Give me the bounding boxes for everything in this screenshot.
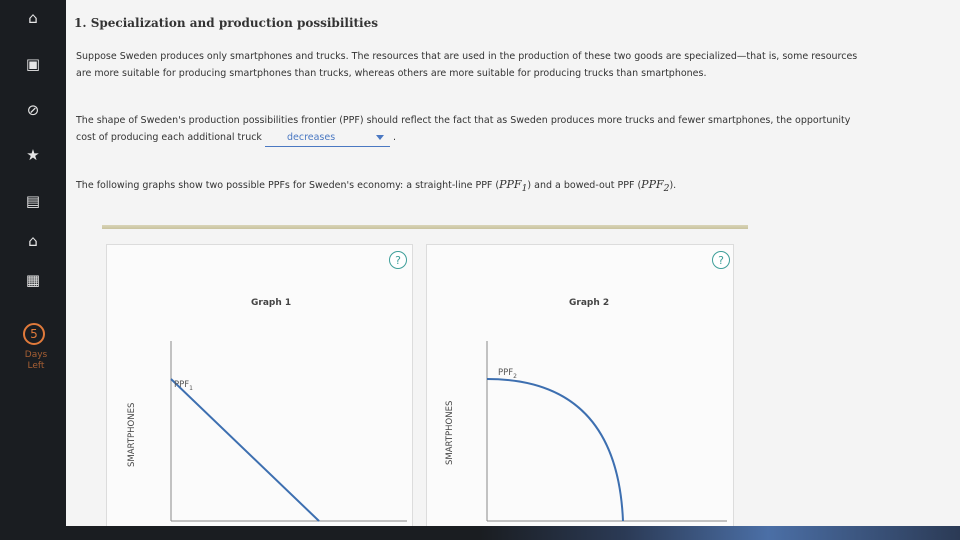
dropdown-value: decreases [286,132,336,143]
section-divider [102,225,748,229]
compass-icon[interactable]: ⊘ [18,95,48,125]
graduation-cap-icon[interactable]: ⌂ [18,226,48,256]
graph2-panel: ? Graph 2 PPF2 SMARTPHONES [426,244,734,534]
ppf2-label: PPF2 [498,368,517,380]
question-paragraph: The shape of Sweden's production possibi… [76,112,866,147]
question-end: . [393,132,397,143]
graphs-intro-end: ). [669,180,677,191]
chevron-down-icon [375,135,384,140]
briefcase-icon[interactable]: ▦ [18,265,48,295]
book-icon[interactable]: ▤ [18,186,48,216]
graph1-ylabel: SMARTPHONES [127,403,137,467]
problem-title: 1. Specialization and production possibi… [74,16,378,30]
intro-paragraph: Suppose Sweden produces only smartphones… [76,51,858,79]
graphs-intro-text: The following graphs show two possible P… [76,180,500,191]
ppf1-line [170,378,320,522]
graph1-panel: ? Graph 1 PPF1 SMARTPHONES [106,244,413,534]
ppf2-curve [486,378,624,522]
graphs-intro-paragraph: The following graphs show two possible P… [76,176,866,197]
graph2-plot[interactable]: PPF2 SMARTPHONES [427,245,735,535]
ppf1-term: PPF1 [499,178,528,195]
ppf2-term: PPF2 [641,178,670,195]
problem-content: 1. Specialization and production possibi… [66,0,960,534]
notebook-icon[interactable]: ▣ [18,49,48,79]
question-text: The shape of Sweden's production possibi… [76,115,851,143]
graphs-intro-mid: ) and a bowed-out PPF ( [527,180,642,191]
days-left-label: Days Left [24,350,48,371]
home-icon[interactable]: ⌂ [18,3,48,33]
screen-bottom-bezel [0,526,960,540]
graph1-plot[interactable]: PPF1 SMARTPHONES [107,245,414,535]
star-icon[interactable]: ★ [18,140,48,170]
days-left-badge[interactable]: 5 [23,323,45,345]
graph2-ylabel: SMARTPHONES [445,401,455,465]
opportunity-cost-dropdown[interactable]: decreases [264,129,390,147]
sidebar: ⌂ ▣ ⊘ ★ ▤ ⌂ ▦ 5 Days Left [0,0,66,540]
